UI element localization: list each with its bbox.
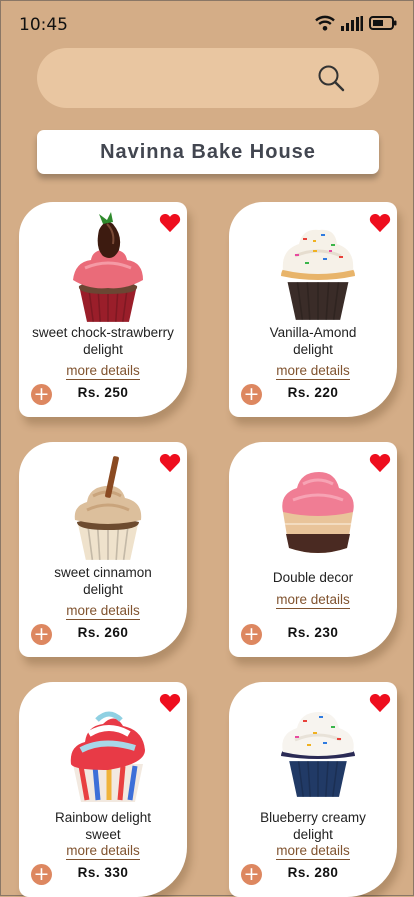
search-input[interactable] <box>59 64 313 94</box>
more-details-link[interactable]: more details <box>19 363 187 380</box>
shop-title-box: Navinna Bake House <box>37 130 379 174</box>
cupcake-image <box>73 212 143 328</box>
status-icons <box>315 15 397 31</box>
cupcake-image <box>281 229 355 328</box>
product-name: Double decor <box>272 570 354 585</box>
heart-icon[interactable] <box>159 693 181 713</box>
search-bar[interactable] <box>37 48 379 108</box>
cupcake-image <box>74 456 142 568</box>
wifi-icon <box>315 15 335 31</box>
product-price: Rs. 260 <box>77 625 129 640</box>
heart-icon[interactable] <box>369 213 391 233</box>
product-card[interactable]: Blueberry creamy delight more details + … <box>229 682 397 897</box>
product-price: Rs. 250 <box>77 385 129 400</box>
product-name: Vanilla-Amond delight <box>269 325 357 357</box>
heart-icon[interactable] <box>159 213 181 233</box>
product-price: Rs. 220 <box>287 385 339 400</box>
product-name: sweet cinnamon delight <box>54 565 152 597</box>
heart-icon[interactable] <box>369 693 391 713</box>
cupcake-image <box>281 712 355 808</box>
heart-icon[interactable] <box>369 453 391 473</box>
product-price: Rs. 230 <box>287 625 339 640</box>
product-name: Blueberry creamy delight <box>260 810 366 842</box>
battery-icon <box>369 16 397 30</box>
more-details-link[interactable]: more details <box>229 843 397 860</box>
heart-icon[interactable] <box>159 453 181 473</box>
cupcake-image <box>282 472 354 553</box>
page-title: Navinna Bake House <box>100 140 316 163</box>
product-card[interactable]: Vanilla-Amond delight more details + Rs.… <box>229 202 397 417</box>
status-time: 10:45 <box>19 15 68 35</box>
more-details-link[interactable]: more details <box>19 843 187 860</box>
cupcake-image <box>70 711 145 802</box>
product-price: Rs. 330 <box>77 865 129 880</box>
search-icon[interactable] <box>317 64 345 92</box>
more-details-link[interactable]: more details <box>229 592 397 609</box>
product-name: sweet chock-strawberry delight <box>32 325 174 357</box>
product-name: Rainbow delight sweet <box>54 810 152 842</box>
product-card[interactable]: Double decor more details + Rs. 230 <box>229 442 397 657</box>
product-card[interactable]: sweet cinnamon delight more details + Rs… <box>19 442 187 657</box>
product-price: Rs. 280 <box>287 865 339 880</box>
status-bar: 10:45 <box>1 1 414 49</box>
product-card[interactable]: Rainbow delight sweet more details + Rs.… <box>19 682 187 897</box>
more-details-link[interactable]: more details <box>19 603 187 620</box>
product-card[interactable]: sweet chock-strawberry delight more deta… <box>19 202 187 417</box>
signal-icon <box>341 15 363 31</box>
more-details-link[interactable]: more details <box>229 363 397 380</box>
